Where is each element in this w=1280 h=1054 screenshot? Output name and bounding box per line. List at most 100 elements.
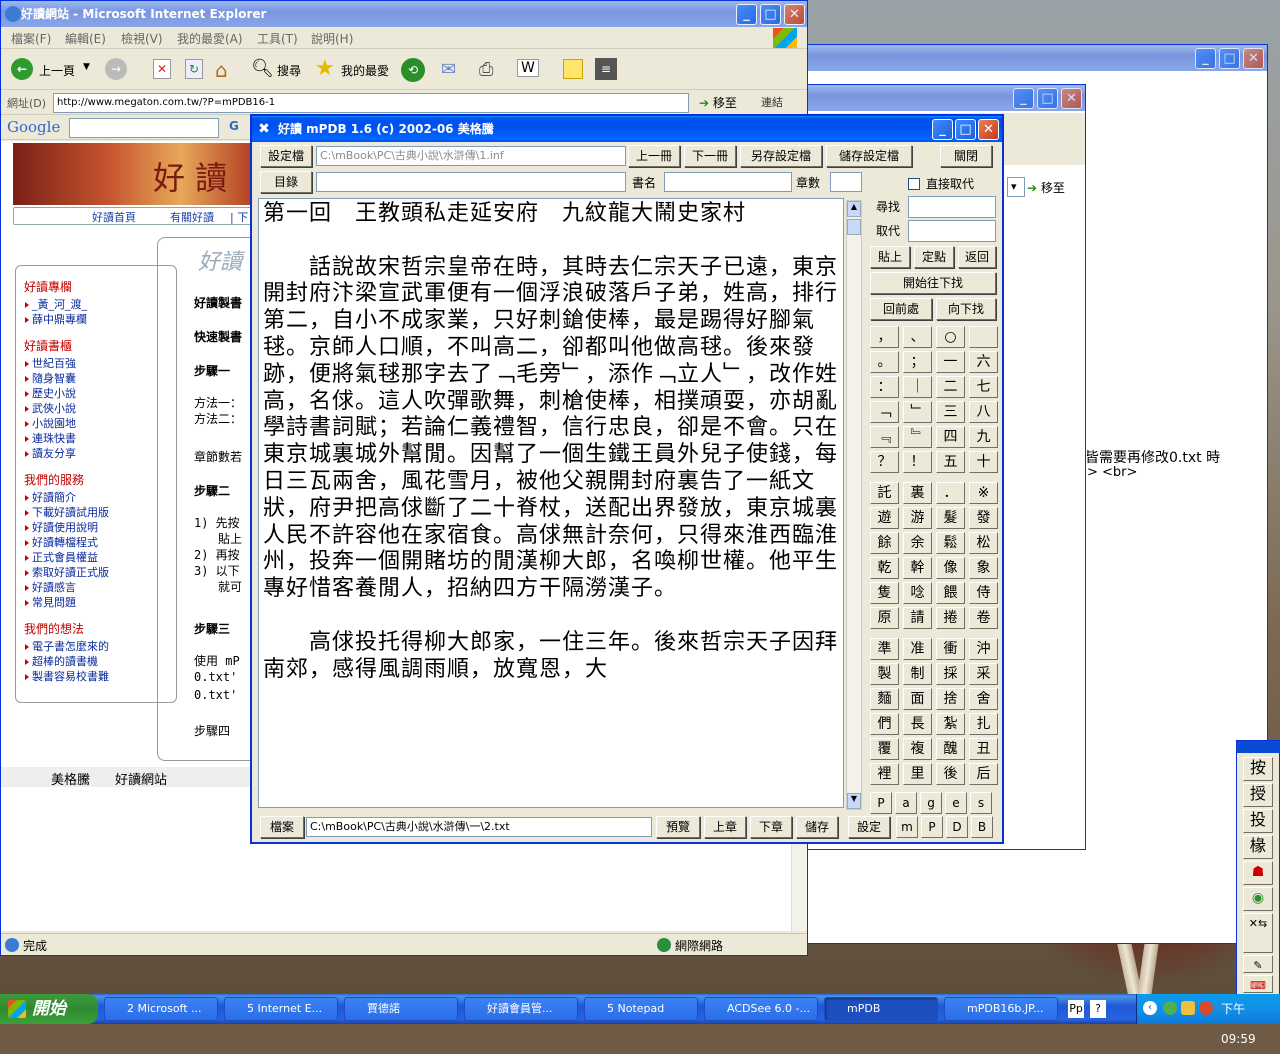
note-icon[interactable] xyxy=(563,59,583,79)
glyph-key[interactable]: 們 xyxy=(870,713,899,735)
float-key[interactable]: 椽 xyxy=(1243,835,1273,859)
glyph-key[interactable]: ﹃ xyxy=(870,426,899,448)
favorites-star-icon[interactable]: ★ xyxy=(315,56,335,81)
glyph-key[interactable]: ｜ xyxy=(903,376,932,398)
back-button[interactable]: 上一頁 xyxy=(39,62,75,79)
glyph-key[interactable]: 游 xyxy=(903,507,932,529)
glyph-key[interactable]: 唸 xyxy=(903,582,932,604)
stop-icon[interactable]: ✕ xyxy=(153,59,171,79)
side-link[interactable]: 世紀百強 xyxy=(24,356,168,371)
back-dropdown-icon[interactable]: ▼ xyxy=(83,62,90,72)
settings-path-field[interactable]: C:\mBook\PC\古典小說\水滸傳\1.inf xyxy=(316,146,626,166)
footer-link[interactable]: 美格騰 xyxy=(51,769,90,788)
side-link[interactable]: 小說園地 xyxy=(24,416,168,431)
maximize-button[interactable]: □ xyxy=(760,4,781,25)
glyph-key[interactable]: 乾 xyxy=(870,557,899,579)
mode-key[interactable]: g xyxy=(920,792,942,814)
side-link[interactable]: 歷史小說 xyxy=(24,386,168,401)
glyph-key[interactable]: 七 xyxy=(969,376,998,398)
glyph-key[interactable]: 三 xyxy=(936,401,965,423)
glyph-key[interactable]: 託 xyxy=(870,482,899,504)
mode-key[interactable]: s xyxy=(970,792,992,814)
side-link[interactable]: 薛中鼎專欄 xyxy=(24,312,168,327)
taskbar-item[interactable]: 5 Internet E... xyxy=(224,997,338,1021)
glyph-key[interactable]: 幹 xyxy=(903,557,932,579)
float-key[interactable]: 授 xyxy=(1243,783,1273,807)
glyph-key[interactable]: 。 xyxy=(870,351,899,373)
input-method-icon[interactable]: ⌨ xyxy=(1243,975,1273,993)
glyph-key[interactable]: 麵 xyxy=(870,688,899,710)
paste-button[interactable]: 貼上 xyxy=(870,246,910,268)
glyph-key[interactable]: 裏 xyxy=(903,482,932,504)
direct-replace-checkbox[interactable] xyxy=(908,178,920,190)
links-label[interactable]: 連結 xyxy=(761,94,783,110)
glyph-key[interactable]: 五 xyxy=(936,451,965,473)
toc-field[interactable] xyxy=(316,172,626,192)
google-logo[interactable]: Google xyxy=(7,118,60,136)
glyph-key[interactable]: 、 xyxy=(903,326,932,348)
history-icon[interactable]: ⟲ xyxy=(401,58,425,82)
nav-about[interactable]: 有關好讀 xyxy=(170,209,214,225)
setup-button[interactable]: 設定 xyxy=(848,816,890,838)
search-icon[interactable]: 🔍︎ xyxy=(251,58,274,79)
go-button[interactable]: ➔ 移至 xyxy=(699,94,737,111)
language-bar-icon[interactable]: Pp xyxy=(1068,1000,1084,1018)
globe-icon[interactable]: ◉ xyxy=(1243,887,1273,911)
glyph-key[interactable]: 髮 xyxy=(936,507,965,529)
clock[interactable]: 下午 09:59 xyxy=(1221,994,1280,1054)
glyph-key[interactable]: ： xyxy=(870,376,899,398)
back-button[interactable]: 返回 xyxy=(958,246,996,268)
glyph-key[interactable]: 一 xyxy=(936,351,965,373)
glyph-key[interactable]: 丑 xyxy=(969,738,998,760)
glyph-key[interactable]: 覆 xyxy=(870,738,899,760)
small-key[interactable]: P xyxy=(921,816,943,838)
glyph-key[interactable]: 十 xyxy=(969,451,998,473)
menu-favorites[interactable]: 我的最愛(A) xyxy=(177,30,243,47)
close-button[interactable]: ✕ xyxy=(1061,88,1082,109)
maximize-button[interactable]: □ xyxy=(1219,48,1240,69)
close-button[interactable]: ✕ xyxy=(784,4,805,25)
menu-edit[interactable]: 編輯(E) xyxy=(65,30,106,47)
glyph-key[interactable]: 像 xyxy=(936,557,965,579)
tool-icon[interactable]: ≡ xyxy=(595,58,617,80)
google-g-icon[interactable]: G xyxy=(229,119,239,133)
arrows-icon[interactable]: ✕⇆ xyxy=(1243,913,1273,953)
tray-expand-icon[interactable]: ‹ xyxy=(1143,1001,1157,1015)
side-link[interactable]: 索取好讀正式版 xyxy=(24,565,168,580)
small-key[interactable]: m xyxy=(896,816,918,838)
glyph-key[interactable]: ． xyxy=(936,482,965,504)
glyph-key[interactable]: 原 xyxy=(870,607,899,629)
dropdown-arrow-icon[interactable]: ▾ xyxy=(1007,177,1025,197)
side-link[interactable]: 下載好讀試用版 xyxy=(24,505,168,520)
small-key[interactable]: D xyxy=(946,816,968,838)
reader-scrollbar[interactable]: ▲ ▼ xyxy=(846,200,862,810)
side-link[interactable]: 好讀使用說明 xyxy=(24,520,168,535)
tray-security-icon[interactable] xyxy=(1199,1001,1213,1015)
glyph-key[interactable]: 舍 xyxy=(969,688,998,710)
side-link[interactable]: 連珠快書 xyxy=(24,431,168,446)
mode-key[interactable]: e xyxy=(945,792,967,814)
glyph-key[interactable]: 制 xyxy=(903,663,932,685)
mail-icon[interactable]: ✉ xyxy=(441,59,456,80)
favorites-button[interactable]: 我的最愛 xyxy=(341,62,389,79)
glyph-key[interactable]: 捨 xyxy=(936,688,965,710)
chapters-input[interactable] xyxy=(830,172,862,192)
scroll-up-icon[interactable]: ▲ xyxy=(847,201,861,217)
footer-link[interactable]: 好讀網站 xyxy=(115,769,167,788)
floating-toolbar-titlebar[interactable] xyxy=(1237,741,1280,753)
scroll-thumb[interactable] xyxy=(847,219,861,235)
close-button[interactable]: ✕ xyxy=(1243,48,1264,69)
nav-home[interactable]: 好讀首頁 xyxy=(92,209,136,225)
save-settings-button[interactable]: 儲存設定檔 xyxy=(826,145,912,167)
save-button[interactable]: 儲存 xyxy=(796,816,838,838)
float-key[interactable]: 投 xyxy=(1243,809,1273,833)
side-link[interactable]: 電子書怎麼來的 xyxy=(24,639,168,654)
home-icon[interactable]: ⌂ xyxy=(215,58,228,82)
preview-button[interactable]: 預覽 xyxy=(656,816,700,838)
start-find-button[interactable]: 開始往下找 xyxy=(870,272,996,294)
nav-more[interactable]: 下 xyxy=(237,211,248,224)
tray-network-icon[interactable] xyxy=(1163,1001,1177,1015)
next-book-button[interactable]: 下一冊 xyxy=(684,145,736,167)
glyph-key[interactable]: 裡 xyxy=(870,763,899,785)
mode-key[interactable]: P xyxy=(870,792,892,814)
